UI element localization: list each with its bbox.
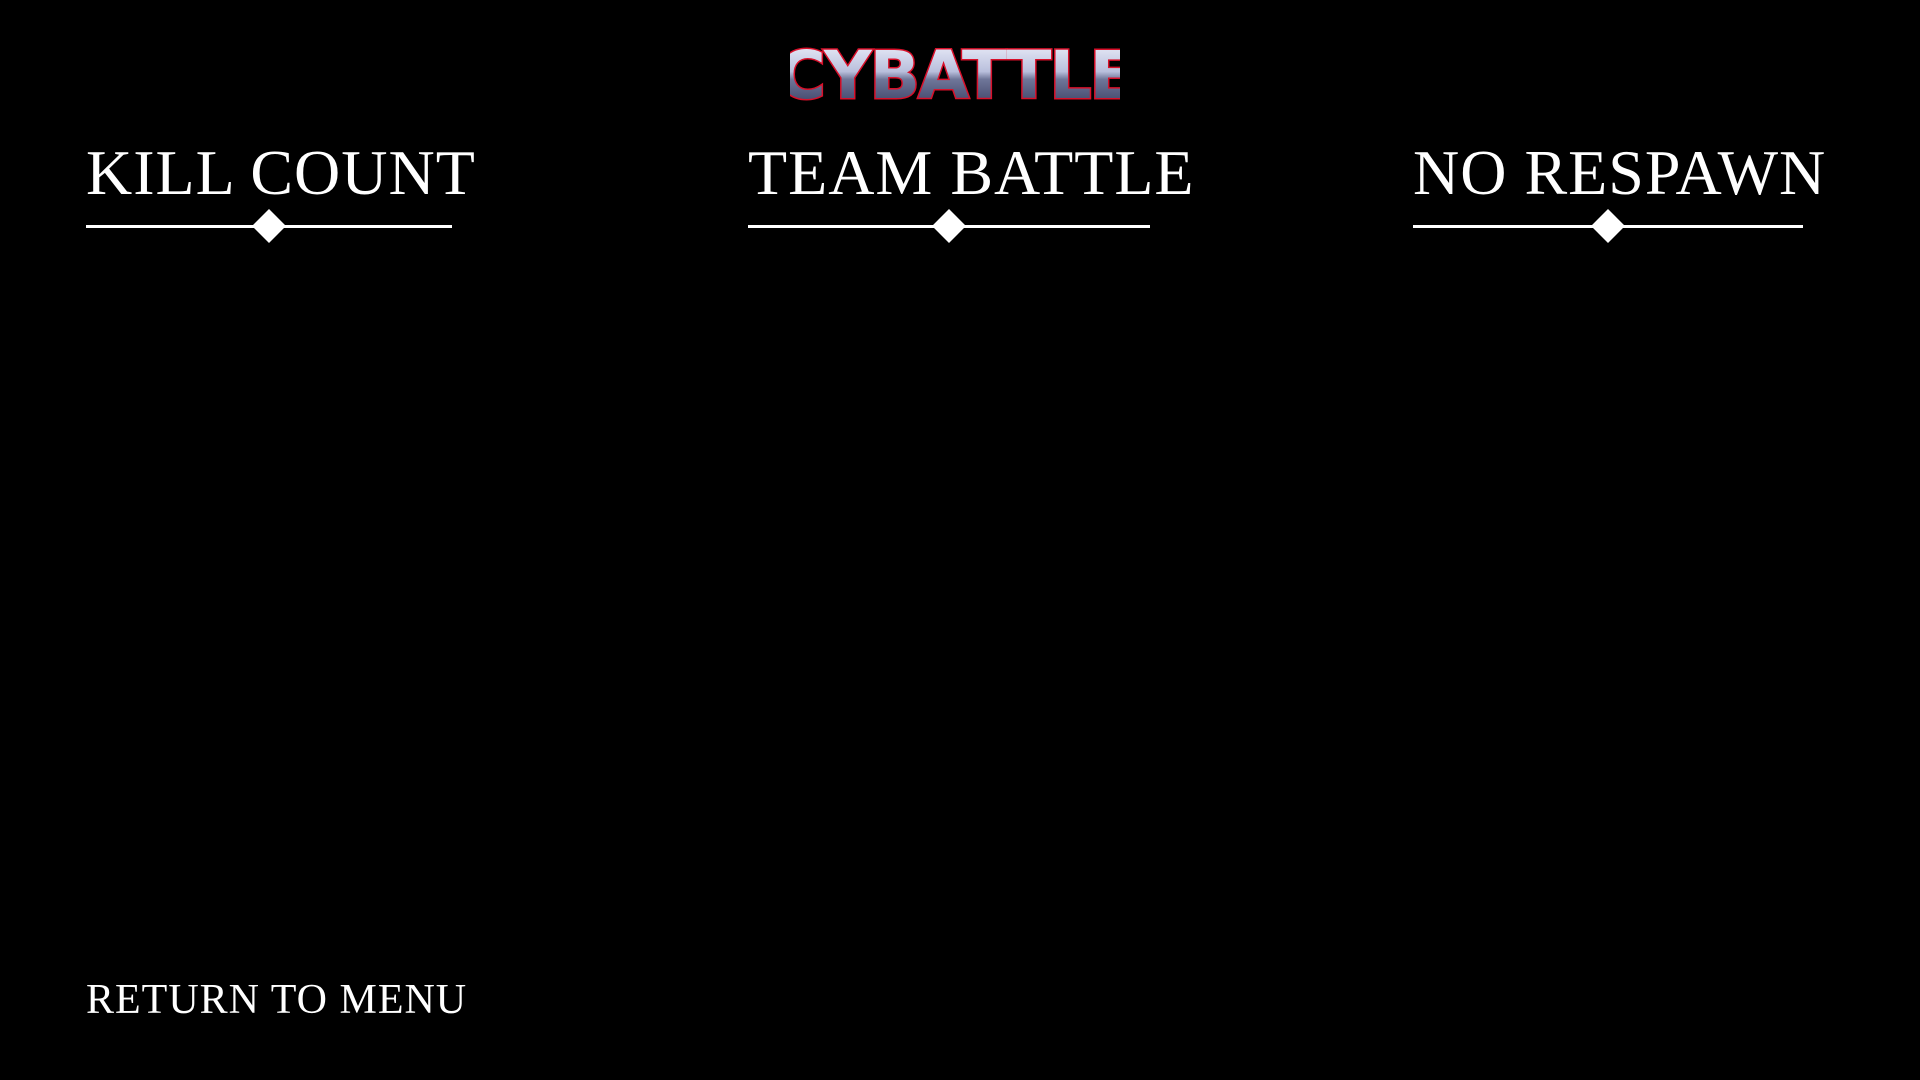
diamond-icon [252,209,286,243]
logo-text: CYBATTLE [790,37,1120,114]
diamond-icon [1591,209,1625,243]
return-to-menu-button[interactable]: RETURN TO MENU [86,975,467,1025]
mode-team-battle-button[interactable]: TEAM BATTLE [748,137,1195,248]
game-mode-select-screen: CYBATTLE KILL COUNT TEAM BATTLE NO RESPA… [0,0,1920,1080]
logo-graphic: CYBATTLE [790,36,1120,116]
diamond-icon [932,209,966,243]
mode-no-respawn-button[interactable]: NO RESPAWN [1413,137,1827,248]
mode-label: NO RESPAWN [1413,137,1827,208]
mode-label: KILL COUNT [86,137,476,208]
cybattle-logo: CYBATTLE [790,36,1120,116]
mode-kill-count-button[interactable]: KILL COUNT [86,137,476,248]
mode-label: TEAM BATTLE [748,137,1195,208]
